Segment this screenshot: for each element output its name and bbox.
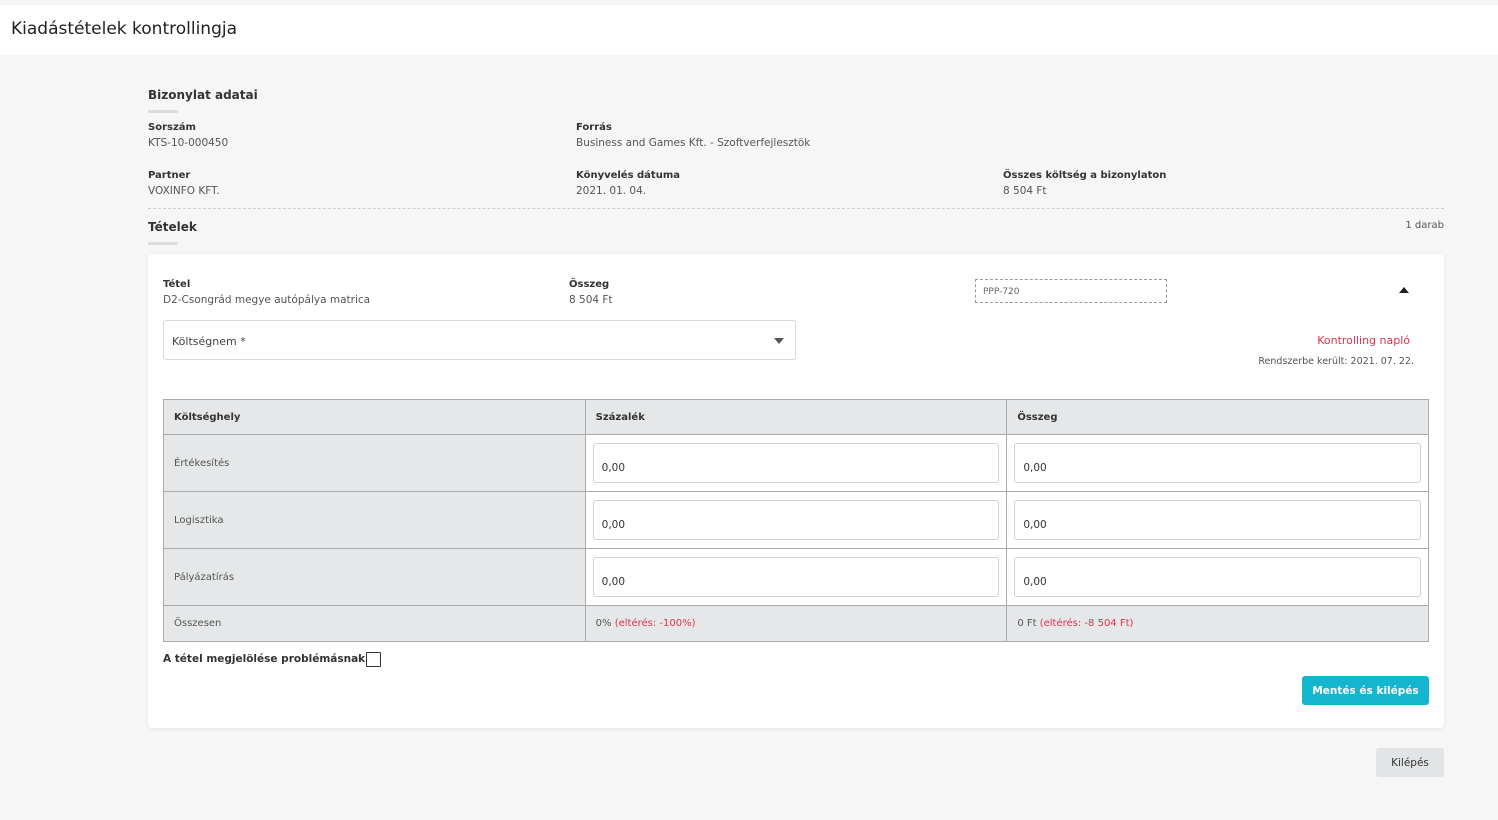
- percent-input[interactable]: [592, 557, 1000, 597]
- collapse-icon[interactable]: [1399, 287, 1409, 293]
- total-label: Összesen: [163, 605, 586, 642]
- header-percent: Százalék: [584, 399, 1008, 435]
- table-row: Pályázatírás: [163, 548, 1429, 606]
- source-value: Business and Games Kft. - Szoftverfejles…: [576, 137, 811, 149]
- table-row: Értékesítés: [163, 434, 1429, 492]
- items-count: 1 darab: [1405, 220, 1444, 231]
- cost-center-name: Értékesítés: [163, 434, 586, 492]
- item-amount-value: 8 504 Ft: [569, 294, 613, 306]
- total-cost-label: Összes költség a bizonylaton: [1003, 170, 1167, 181]
- problem-flag-checkbox[interactable]: [366, 652, 381, 667]
- percent-deviation: (eltérés: -100%): [614, 618, 696, 629]
- problem-flag-label: A tétel megjelölése problémásnak: [163, 653, 366, 665]
- cost-center-name: Logisztika: [163, 491, 586, 549]
- item-name-value: D2-Csongrád megye autópálya matrica: [163, 294, 371, 306]
- cost-type-select[interactable]: Költségnem *: [163, 320, 796, 360]
- item-name-label: Tétel: [163, 279, 191, 290]
- divider: [148, 208, 1444, 209]
- header-cost-center: Költséghely: [163, 399, 586, 435]
- total-cost-value: 8 504 Ft: [1003, 185, 1047, 197]
- amount-input[interactable]: [1014, 500, 1421, 540]
- item-code-field[interactable]: PPP-720: [975, 279, 1167, 303]
- total-amount-cell: 0 Ft (eltérés: -8 504 Ft): [1006, 605, 1429, 642]
- table-header-row: Költséghely Százalék Összeg: [163, 399, 1429, 435]
- save-and-exit-button[interactable]: Mentés és kilépés: [1302, 676, 1429, 705]
- amount-input[interactable]: [1014, 557, 1421, 597]
- section-underline: [148, 242, 178, 245]
- total-amount: 0 Ft: [1017, 618, 1037, 629]
- source-label: Forrás: [576, 122, 612, 133]
- document-section-title: Bizonylat adatai: [148, 88, 258, 102]
- serial-value: KTS-10-000450: [148, 137, 229, 149]
- total-percent: 0%: [595, 618, 612, 629]
- chevron-down-icon: [774, 338, 784, 344]
- total-percent-cell: 0% (eltérés: -100%): [584, 605, 1008, 642]
- serial-label: Sorszám: [148, 122, 196, 133]
- total-row: Összesen 0% (eltérés: -100%) 0 Ft (eltér…: [163, 605, 1429, 642]
- amount-deviation: (eltérés: -8 504 Ft): [1039, 618, 1134, 629]
- page-title: Kiadástételek kontrollingja: [11, 19, 238, 39]
- table-row: Logisztika: [163, 491, 1429, 549]
- cost-type-label: Költségnem *: [172, 335, 246, 348]
- exit-button[interactable]: Kilépés: [1376, 748, 1444, 777]
- controlling-log-link[interactable]: Kontrolling napló: [1317, 334, 1410, 347]
- items-section-title: Tételek: [148, 220, 197, 234]
- partner-label: Partner: [148, 170, 191, 181]
- item-amount-label: Összeg: [569, 279, 610, 290]
- percent-input[interactable]: [592, 443, 1000, 483]
- booking-date-value: 2021. 01. 04.: [576, 185, 647, 197]
- section-underline: [148, 110, 178, 113]
- amount-input[interactable]: [1014, 443, 1421, 483]
- cost-center-name: Pályázatírás: [163, 548, 586, 606]
- registered-date: Rendszerbe került: 2021. 07. 22.: [1258, 356, 1414, 367]
- header-amount: Összeg: [1006, 399, 1429, 435]
- percent-input[interactable]: [592, 500, 1000, 540]
- allocation-table: Költséghely Százalék Összeg Értékesítés …: [163, 399, 1429, 642]
- booking-date-label: Könyvelés dátuma: [576, 170, 680, 181]
- top-bar: Kiadástételek kontrollingja: [0, 5, 1498, 55]
- item-card: Tétel D2-Csongrád megye autópálya matric…: [148, 254, 1444, 728]
- partner-value: VOXINFO KFT.: [148, 185, 220, 197]
